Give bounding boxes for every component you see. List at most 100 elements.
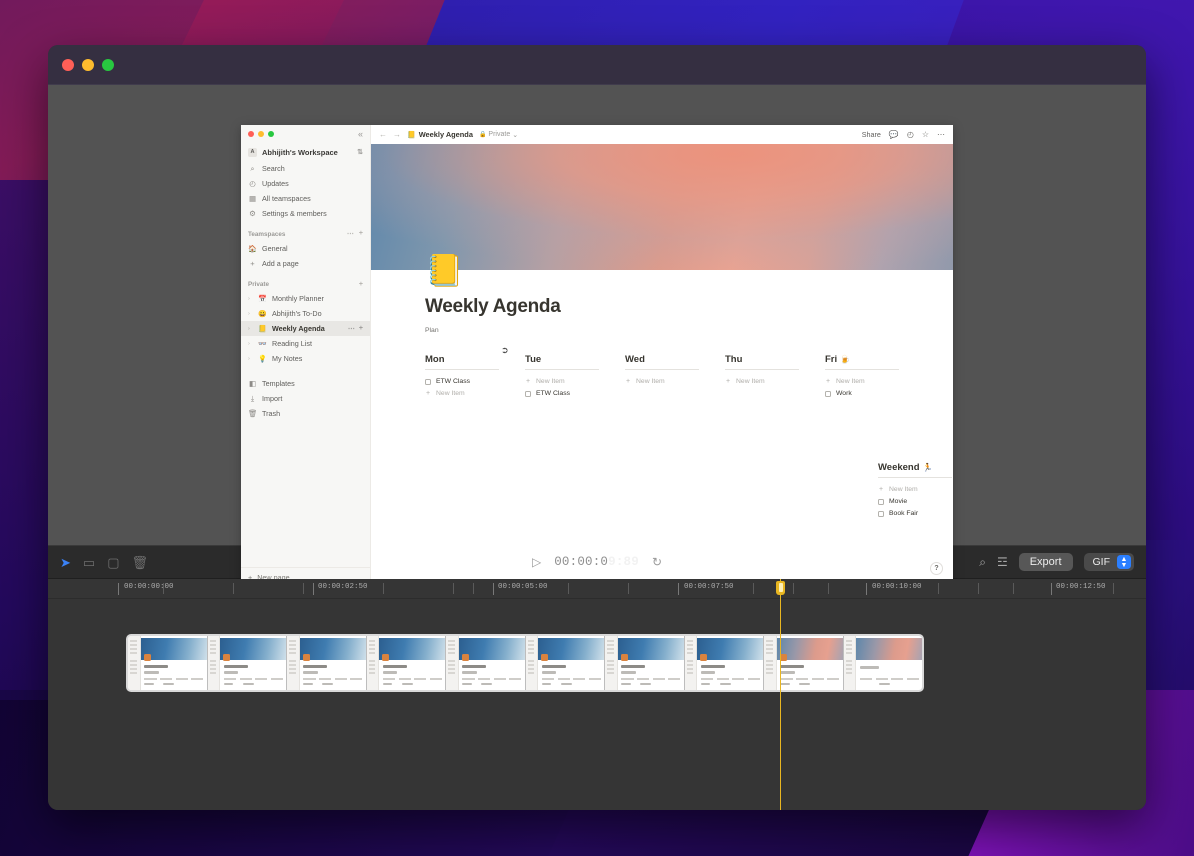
filmstrip-frame[interactable] — [366, 636, 446, 690]
todo-item[interactable]: Movie — [878, 498, 953, 505]
sidebar-item-monthly-planner[interactable]: › 📅 Monthly Planner — [241, 291, 370, 306]
filmstrip-frame[interactable] — [525, 636, 605, 690]
page-icon[interactable]: 📒 — [425, 255, 464, 286]
sidebar-item-weekly-agenda[interactable]: › 📒 Weekly Agenda ⋯ + — [241, 321, 370, 336]
column-header[interactable]: Wed — [625, 354, 699, 370]
privacy-badge[interactable]: 🔒 Private ⌄ — [479, 131, 518, 139]
todo-item[interactable]: Book Fair — [878, 510, 953, 517]
new-item-button[interactable]: + New Item — [825, 378, 925, 385]
column-header[interactable]: Mon — [425, 354, 499, 370]
chevron-updown-icon[interactable]: ▲ ▼ — [1117, 555, 1131, 569]
chevron-right-icon[interactable]: › — [248, 356, 253, 362]
notion-close-button[interactable] — [248, 131, 254, 137]
filmstrip-frame[interactable] — [446, 636, 526, 690]
chevron-right-icon[interactable]: › — [248, 311, 253, 317]
history-icon[interactable]: ◴ — [907, 130, 914, 139]
checkbox-icon[interactable] — [525, 390, 531, 397]
breadcrumb[interactable]: 📒 Weekly Agenda — [407, 130, 473, 139]
new-item-button[interactable]: + New Item — [878, 486, 953, 493]
chevron-right-icon[interactable]: › — [248, 326, 253, 332]
loop-button[interactable]: ↻ — [652, 555, 662, 569]
sidebar-item-settings-members[interactable]: ⚙ Settings & members — [241, 206, 370, 221]
crop-tool-icon[interactable]: ▢ — [107, 556, 119, 569]
column-header[interactable]: Thu — [725, 354, 799, 370]
filmstrip-frame[interactable] — [684, 636, 764, 690]
sidebar-item-import[interactable]: ⤓ Import — [241, 391, 370, 406]
delete-tool-icon[interactable]: 🗑 — [132, 556, 149, 569]
new-item-button[interactable]: + New Item — [525, 378, 625, 385]
todo-item[interactable]: Work — [825, 390, 925, 397]
workspace-switcher[interactable]: A Abhijith's Workspace ⇅ — [241, 143, 370, 161]
column-header[interactable]: Tue — [525, 354, 599, 370]
play-button[interactable]: ▷ — [532, 555, 541, 569]
workspace-switch-icon[interactable]: ⇅ — [357, 148, 363, 156]
filmstrip-frame[interactable] — [128, 636, 208, 690]
notion-maximize-button[interactable] — [268, 131, 274, 137]
column-header[interactable]: Fri 🍺 — [825, 354, 899, 370]
filmstrip-frame[interactable] — [287, 636, 367, 690]
teamspaces-add-icon[interactable]: + — [359, 230, 363, 238]
checkbox-icon[interactable] — [825, 390, 831, 397]
timeline-panel[interactable]: 00:00:00:00 00:00:02:50 00:00:05:00 00:0… — [48, 579, 1146, 810]
sidebar-item-general[interactable]: 🏠 General — [241, 241, 370, 256]
window-maximize-button[interactable] — [102, 58, 114, 71]
sidebar-item-my-notes[interactable]: › 💡 My Notes — [241, 351, 370, 366]
column-header[interactable]: Weekend 🏃 — [878, 462, 952, 478]
sidebar-collapse-icon[interactable]: « — [358, 129, 363, 139]
agenda-column-tue: Tue + New Item ETW Class — [525, 354, 625, 397]
sidebar-item-label: Abhijith's To-Do — [272, 309, 322, 318]
todo-item[interactable]: ETW Class — [425, 378, 525, 385]
filmstrip-frame[interactable] — [843, 636, 922, 690]
window-minimize-button[interactable] — [82, 58, 94, 71]
window-close-button[interactable] — [62, 58, 74, 71]
filmstrip-frame[interactable] — [605, 636, 685, 690]
comment-icon[interactable]: 💬 — [889, 130, 899, 139]
todo-item[interactable]: ETW Class — [525, 390, 625, 397]
share-button[interactable]: Share — [862, 130, 881, 139]
page-add-icon[interactable]: + — [359, 325, 363, 333]
private-add-icon[interactable]: + — [359, 281, 363, 288]
page-cover-image[interactable]: 📒 — [371, 144, 953, 286]
trim-tool-icon[interactable]: ▭ — [83, 556, 95, 569]
page-subtitle[interactable]: Plan — [425, 327, 953, 334]
filmstrip-frame[interactable] — [764, 636, 844, 690]
sidebar-item-reading-list[interactable]: › 👓 Reading List — [241, 336, 370, 351]
sidebar-item-all-teamspaces[interactable]: ▦ All teamspaces — [241, 191, 370, 206]
sidebar-item-search[interactable]: ⌕ Search — [241, 161, 370, 176]
new-item-button[interactable]: + New Item — [625, 378, 725, 385]
recording-preview-stage: « A Abhijith's Workspace ⇅ ⌕ Search ◴ Up… — [48, 85, 1146, 587]
checkbox-icon[interactable] — [878, 498, 884, 505]
more-options-icon[interactable]: ⋯ — [937, 130, 945, 139]
sidebar-item-updates[interactable]: ◴ Updates — [241, 176, 370, 191]
checkbox-icon[interactable] — [425, 378, 431, 385]
sidebar-item-trash[interactable]: 🗑 Trash — [241, 406, 370, 421]
notion-topbar: ← → 📒 Weekly Agenda 🔒 Private ⌄ Share 💬 … — [371, 125, 953, 144]
page-title[interactable]: Weekly Agenda — [425, 296, 953, 318]
new-item-button[interactable]: + New Item — [425, 390, 525, 397]
back-icon[interactable]: ← — [379, 130, 387, 139]
format-select[interactable]: GIF ▲ ▼ — [1083, 553, 1134, 571]
timeline-clip-filmstrip[interactable] — [126, 634, 924, 692]
timeline-ruler[interactable]: 00:00:00:00 00:00:02:50 00:00:05:00 00:0… — [48, 579, 1146, 599]
timeline-playhead[interactable] — [776, 579, 785, 810]
filmstrip-frame[interactable] — [207, 636, 287, 690]
checkbox-icon[interactable] — [878, 510, 884, 517]
chevron-right-icon[interactable]: › — [248, 341, 253, 347]
select-tool-icon[interactable]: ➤ — [60, 556, 71, 569]
search-icon[interactable]: ⌕ — [979, 556, 986, 568]
forward-icon[interactable]: → — [393, 130, 401, 139]
chevron-right-icon[interactable]: › — [248, 296, 253, 302]
notion-minimize-button[interactable] — [258, 131, 264, 137]
star-icon[interactable]: ☆ — [922, 130, 929, 139]
glasses-icon: 👓 — [258, 340, 267, 348]
settings-sliders-icon[interactable]: ☲ — [997, 556, 1008, 568]
sidebar-add-page[interactable]: + Add a page — [241, 256, 370, 271]
export-button[interactable]: Export — [1018, 553, 1073, 571]
sidebar-item-abhijiths-todo[interactable]: › 😀 Abhijith's To-Do — [241, 306, 370, 321]
page-more-icon[interactable]: ⋯ — [348, 325, 355, 333]
sidebar-item-templates[interactable]: ◧ Templates — [241, 376, 370, 391]
teamspaces-more-icon[interactable]: ⋯ — [347, 230, 354, 238]
calendar-icon: 📅 — [258, 295, 267, 303]
help-button[interactable]: ? — [930, 562, 943, 575]
new-item-button[interactable]: + New Item — [725, 378, 825, 385]
